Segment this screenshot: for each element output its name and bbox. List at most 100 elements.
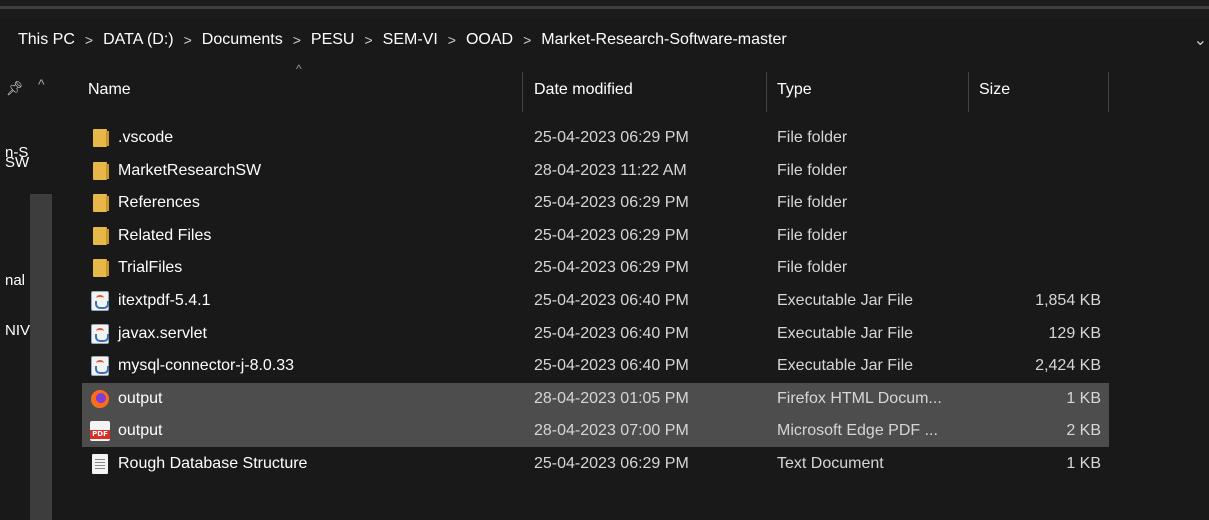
file-name: References xyxy=(118,194,200,212)
file-date-modified: 25-04-2023 06:40 PM xyxy=(534,292,689,309)
pin-icon[interactable]: 📌︎ xyxy=(6,80,24,97)
file-size xyxy=(977,252,1101,284)
file-date-modified: 25-04-2023 06:29 PM xyxy=(534,455,689,472)
title-strip xyxy=(0,0,1209,18)
file-date-modified: 25-04-2023 06:29 PM xyxy=(534,226,689,244)
column-header-date[interactable]: Date modified xyxy=(524,62,766,118)
breadcrumb-separator-icon[interactable]: > xyxy=(448,32,456,48)
file-name: MarketResearchSW xyxy=(118,161,262,179)
column-divider[interactable] xyxy=(1108,72,1109,112)
file-date-modified: 28-04-2023 11:22 AM xyxy=(534,161,687,179)
file-icon-cell xyxy=(90,350,110,382)
file-date-modified: 28-04-2023 01:05 PM xyxy=(534,389,689,407)
file-row[interactable]: Related Files 25-04-2023 06:29 PM File fol… xyxy=(82,220,1109,252)
file-icon-cell xyxy=(90,155,110,187)
breadcrumb-separator-icon[interactable]: > xyxy=(85,32,93,48)
file-size xyxy=(977,155,1101,187)
file-size: 2,424 KB xyxy=(1035,357,1101,375)
file-date-modified: 28-04-2023 07:00 PM xyxy=(534,422,689,440)
nav-item-label[interactable]: SW xyxy=(5,154,29,171)
column-header-row: ^ Name Date modified Type Size xyxy=(56,62,1209,118)
file-icon-cell xyxy=(90,415,110,447)
navigation-pane[interactable]: 📌︎ ^ n-S SW nal NIV xyxy=(0,62,56,520)
nav-item-label[interactable]: nal xyxy=(5,272,25,289)
breadcrumb-separator-icon[interactable]: > xyxy=(293,32,301,48)
column-header-type[interactable]: Type xyxy=(767,62,959,118)
file-size xyxy=(977,122,1101,154)
scroll-up-icon[interactable]: ^ xyxy=(38,76,45,92)
file-type: File folder xyxy=(777,129,848,146)
file-type: Firefox HTML Docum... xyxy=(777,389,942,407)
address-bar[interactable]: This PC > DATA (D:) > Documents > PESU > SEM-VI >… xyxy=(0,18,1209,62)
file-date-modified: 25-04-2023 06:29 PM xyxy=(534,259,689,277)
file-row[interactable]: MarketResearchSW 28-04-2023 11:22 AM File … xyxy=(82,155,1109,187)
breadcrumb-separator-icon[interactable]: > xyxy=(364,32,372,48)
file-name: .vscode xyxy=(118,129,174,146)
address-dropdown-icon[interactable]: ⌄ xyxy=(1194,30,1207,50)
file-row[interactable]: .vscode 25-04-2023 06:29 PM File folder xyxy=(82,122,1109,154)
file-icon-cell xyxy=(90,122,110,154)
file-size xyxy=(977,187,1101,219)
file-type: File folder xyxy=(777,161,848,179)
file-size: 1 KB xyxy=(1066,455,1101,472)
file-icon-cell xyxy=(90,285,110,317)
file-row[interactable]: TrialFiles 25-04-2023 06:29 PM File folder xyxy=(82,252,1109,284)
breadcrumb-separator-icon[interactable]: > xyxy=(184,32,192,48)
column-header-name[interactable]: Name xyxy=(78,62,522,118)
file-icon-cell xyxy=(90,448,110,480)
breadcrumb-item[interactable]: OOAD xyxy=(466,31,513,49)
folder-icon xyxy=(93,226,109,245)
file-type: Executable Jar File xyxy=(777,324,914,342)
file-type: File folder xyxy=(777,259,848,277)
file-size xyxy=(977,220,1101,252)
breadcrumb-item[interactable]: Market-Research-Software-master xyxy=(541,31,786,49)
file-icon-cell xyxy=(90,220,110,252)
file-date-modified: 25-04-2023 06:40 PM xyxy=(534,324,689,342)
file-row[interactable]: output 28-04-2023 01:05 PM Firefox HTML Do… xyxy=(82,382,1109,415)
breadcrumb-item[interactable]: SEM-VI xyxy=(383,31,438,49)
breadcrumb-separator-icon[interactable]: > xyxy=(523,32,531,48)
breadcrumb-item[interactable]: DATA (D:) xyxy=(103,31,174,49)
file-icon-cell xyxy=(90,318,110,350)
file-size: 129 KB xyxy=(1048,324,1101,342)
file-size: 1,854 KB xyxy=(1035,292,1101,309)
file-row[interactable]: Rough Database Structure 25-04-2023 06:29… xyxy=(82,448,1109,480)
file-type: Executable Jar File xyxy=(777,357,914,375)
breadcrumb-item[interactable]: PESU xyxy=(311,31,355,49)
file-icon-cell xyxy=(90,187,110,219)
file-name: mysql-connector-j-8.0.33 xyxy=(118,357,295,375)
column-header-size[interactable]: Size xyxy=(969,62,1107,118)
nav-item-label[interactable]: NIV xyxy=(5,322,30,339)
file-row[interactable]: output 28-04-2023 07:00 PM Microsoft Edge … xyxy=(82,415,1109,448)
firefox-html-icon xyxy=(91,389,109,408)
file-date-modified: 25-04-2023 06:29 PM xyxy=(534,129,689,146)
column-divider[interactable] xyxy=(522,72,523,112)
folder-icon xyxy=(93,129,109,147)
title-strip-divider xyxy=(0,6,1209,9)
file-type: File folder xyxy=(777,194,848,212)
file-date-modified: 25-04-2023 06:40 PM xyxy=(534,357,689,375)
folder-icon xyxy=(93,161,109,180)
file-row[interactable]: itextpdf-5.4.1 25-04-2023 06:40 PM Executa… xyxy=(82,285,1109,317)
file-name: output xyxy=(118,389,163,407)
jar-file-icon xyxy=(91,323,109,344)
file-name: Related Files xyxy=(118,226,212,244)
jar-file-icon xyxy=(91,356,109,377)
file-name: TrialFiles xyxy=(118,259,183,277)
nav-scrollbar[interactable] xyxy=(30,194,52,520)
file-list: ^ Name Date modified Type Size .vscode 25… xyxy=(56,62,1209,520)
file-row[interactable]: mysql-connector-j-8.0.33 25-04-2023 06:40… xyxy=(82,350,1109,382)
file-row[interactable]: References 25-04-2023 06:29 PM File folder xyxy=(82,187,1109,219)
file-type: File folder xyxy=(777,226,848,244)
file-row[interactable]: javax.servlet 25-04-2023 06:40 PM Executab… xyxy=(82,318,1109,350)
file-name: itextpdf-5.4.1 xyxy=(118,292,211,309)
file-type: Microsoft Edge PDF ... xyxy=(777,422,938,440)
breadcrumb-item[interactable]: Documents xyxy=(202,31,283,49)
folder-icon xyxy=(93,259,109,278)
folder-icon xyxy=(93,194,109,213)
file-size: 1 KB xyxy=(1066,389,1101,407)
file-size: 2 KB xyxy=(1066,422,1101,440)
file-name: output xyxy=(118,422,163,440)
breadcrumb-item[interactable]: This PC xyxy=(18,31,75,49)
file-icon-cell xyxy=(90,383,110,415)
